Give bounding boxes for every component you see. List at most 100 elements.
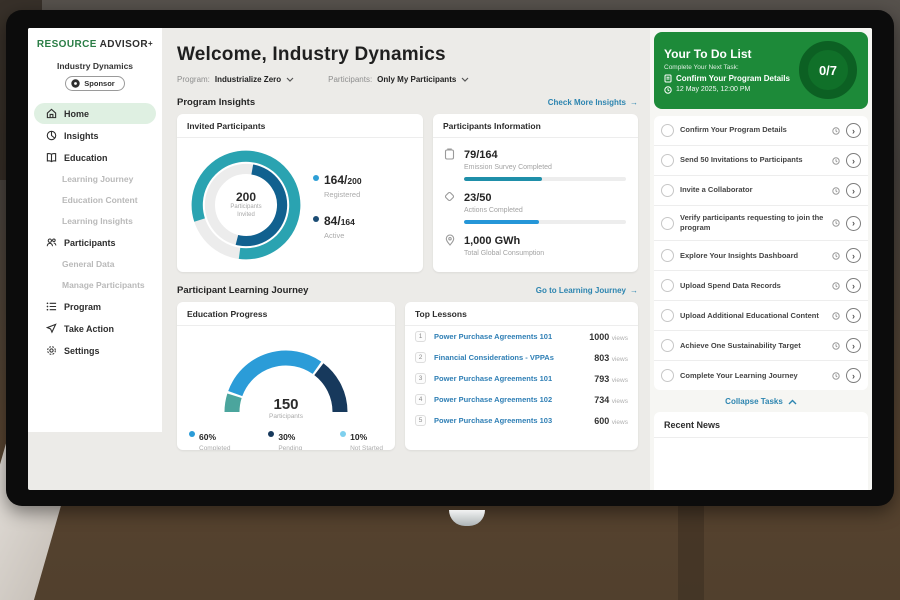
lesson-views-suffix: views xyxy=(612,377,628,384)
sidebar-item-education-content[interactable]: Education Content xyxy=(34,190,156,210)
task-checkbox[interactable] xyxy=(661,217,674,230)
stat-global-consumption: 1,000 GWhTotal Global Consumption xyxy=(433,224,638,259)
lesson-row-3[interactable]: 3 Power Purchase Agreements 101 793 view… xyxy=(405,368,638,389)
task-open-button[interactable]: › xyxy=(846,153,861,168)
sidebar-item-manage-participants[interactable]: Manage Participants xyxy=(34,275,156,295)
clock-icon xyxy=(664,86,672,94)
stat-value: 23/50 xyxy=(464,192,492,204)
invited-participants-card: Invited Participants 200 Participants In… xyxy=(177,114,423,272)
task-row-2[interactable]: Send 50 Invitations to Participants › xyxy=(654,146,868,176)
take-action-icon xyxy=(46,323,57,334)
program-dropdown[interactable]: Program: Industrialize Zero xyxy=(177,75,294,84)
task-checkbox[interactable] xyxy=(661,279,674,292)
lesson-row-1[interactable]: 1 Power Purchase Agreements 101 1000 vie… xyxy=(405,326,638,347)
legend-label: Not Started xyxy=(350,445,383,450)
task-label: Achieve One Sustainability Target xyxy=(680,341,826,351)
task-checkbox[interactable] xyxy=(661,124,674,137)
task-checkbox[interactable] xyxy=(661,309,674,322)
todo-next-task: Confirm Your Program Details xyxy=(676,74,790,83)
lesson-views-count: 600 xyxy=(594,416,609,426)
sidebar-item-label: Take Action xyxy=(64,324,114,334)
task-row-3[interactable]: Invite a Collaborator › xyxy=(654,176,868,206)
top-lessons-card: Top Lessons 1 Power Purchase Agreements … xyxy=(405,302,638,450)
sidebar-item-label: Education xyxy=(64,153,108,163)
sidebar-item-program[interactable]: Program xyxy=(34,296,156,317)
task-label: Send 50 Invitations to Participants xyxy=(680,155,826,165)
task-row-6[interactable]: Upload Spend Data Records › xyxy=(654,271,868,301)
task-checkbox[interactable] xyxy=(661,369,674,382)
lesson-views-count: 1000 xyxy=(589,332,609,342)
legend-label: Completed xyxy=(199,445,230,450)
sidebar-item-take-action[interactable]: Take Action xyxy=(34,318,156,339)
clock-icon xyxy=(832,312,840,320)
monitor-bezel: RESOURCE ADVISOR+ Industry Dynamics Spon… xyxy=(6,10,894,506)
lesson-views-count: 803 xyxy=(594,353,609,363)
clock-icon xyxy=(832,342,840,350)
sidebar-item-home[interactable]: Home xyxy=(34,103,156,124)
sidebar-item-education[interactable]: Education xyxy=(34,147,156,168)
check-more-insights-link[interactable]: Check More Insights→ xyxy=(548,98,638,107)
task-open-button[interactable]: › xyxy=(846,368,861,383)
lesson-row-5[interactable]: 5 Power Purchase Agreements 103 600 view… xyxy=(405,410,638,431)
task-open-button[interactable]: › xyxy=(846,216,861,231)
lesson-title-link[interactable]: Power Purchase Agreements 101 xyxy=(434,374,586,383)
home-icon xyxy=(46,108,57,119)
todo-subtitle: Complete Your Next Task: xyxy=(664,64,790,71)
task-row-9[interactable]: Complete Your Learning Journey › xyxy=(654,361,868,390)
task-row-1[interactable]: Confirm Your Program Details › xyxy=(654,116,868,146)
card-title: Top Lessons xyxy=(405,302,638,326)
document-icon xyxy=(664,74,672,83)
task-row-7[interactable]: Upload Additional Educational Content › xyxy=(654,301,868,331)
sidebar-item-label: Home xyxy=(64,109,89,119)
stat-emission-survey: 79/164Emission Survey Completed xyxy=(433,138,638,173)
survey-icon xyxy=(443,148,456,160)
task-open-button[interactable]: › xyxy=(846,278,861,293)
page-title: Welcome, Industry Dynamics xyxy=(177,44,638,66)
sidebar-item-settings[interactable]: Settings xyxy=(34,340,156,361)
lesson-views-count: 793 xyxy=(594,374,609,384)
legend-total: 164 xyxy=(341,217,355,227)
chevron-down-icon xyxy=(461,77,469,82)
task-label: Upload Spend Data Records xyxy=(680,281,826,291)
task-row-4[interactable]: Verify participants requesting to join t… xyxy=(654,206,868,241)
background-shadow xyxy=(678,500,704,600)
program-icon xyxy=(46,301,57,312)
task-open-button[interactable]: › xyxy=(846,308,861,323)
insights-icon xyxy=(46,130,57,141)
actions-icon xyxy=(443,191,456,202)
card-title: Invited Participants xyxy=(177,114,423,138)
sidebar-item-participants[interactable]: Participants xyxy=(34,232,156,253)
task-open-button[interactable]: › xyxy=(846,183,861,198)
legend-label: Pending xyxy=(278,445,302,450)
task-open-button[interactable]: › xyxy=(846,248,861,263)
sidebar-item-label: Insights xyxy=(64,131,99,141)
lesson-title-link[interactable]: Power Purchase Agreements 103 xyxy=(434,416,586,425)
clock-icon xyxy=(832,282,840,290)
sidebar-item-learning-journey[interactable]: Learning Journey xyxy=(34,169,156,189)
go-to-learning-journey-link[interactable]: Go to Learning Journey→ xyxy=(536,286,638,295)
lesson-title-link[interactable]: Power Purchase Agreements 102 xyxy=(434,395,586,404)
sidebar-item-general-data[interactable]: General Data xyxy=(34,254,156,274)
section-title: Participant Learning Journey xyxy=(177,285,308,296)
participants-dropdown[interactable]: Participants: Only My Participants xyxy=(328,75,469,84)
sidebar-item-insights[interactable]: Insights xyxy=(34,125,156,146)
task-checkbox[interactable] xyxy=(661,249,674,262)
collapse-tasks-link[interactable]: Collapse Tasks xyxy=(654,390,868,412)
sidebar-item-label: Learning Insights xyxy=(62,216,133,226)
lesson-row-2[interactable]: 2 Financial Considerations - VPPAs 803 v… xyxy=(405,347,638,368)
task-open-button[interactable]: › xyxy=(846,123,861,138)
sidebar-item-learning-insights[interactable]: Learning Insights xyxy=(34,211,156,231)
lesson-title-link[interactable]: Financial Considerations - VPPAs xyxy=(434,353,586,362)
todo-summary-text: Your To Do List Complete Your Next Task:… xyxy=(664,47,790,94)
task-checkbox[interactable] xyxy=(661,339,674,352)
organization-name: Industry Dynamics xyxy=(28,61,162,71)
task-row-8[interactable]: Achieve One Sustainability Target › xyxy=(654,331,868,361)
task-list: Confirm Your Program Details › Send 50 I… xyxy=(654,116,868,390)
lesson-row-4[interactable]: 4 Power Purchase Agreements 102 734 view… xyxy=(405,389,638,410)
task-open-button[interactable]: › xyxy=(846,338,861,353)
task-checkbox[interactable] xyxy=(661,184,674,197)
lesson-title-link[interactable]: Power Purchase Agreements 101 xyxy=(434,332,581,341)
task-checkbox[interactable] xyxy=(661,154,674,167)
lesson-rank: 2 xyxy=(415,352,426,363)
task-row-5[interactable]: Explore Your Insights Dashboard › xyxy=(654,241,868,271)
